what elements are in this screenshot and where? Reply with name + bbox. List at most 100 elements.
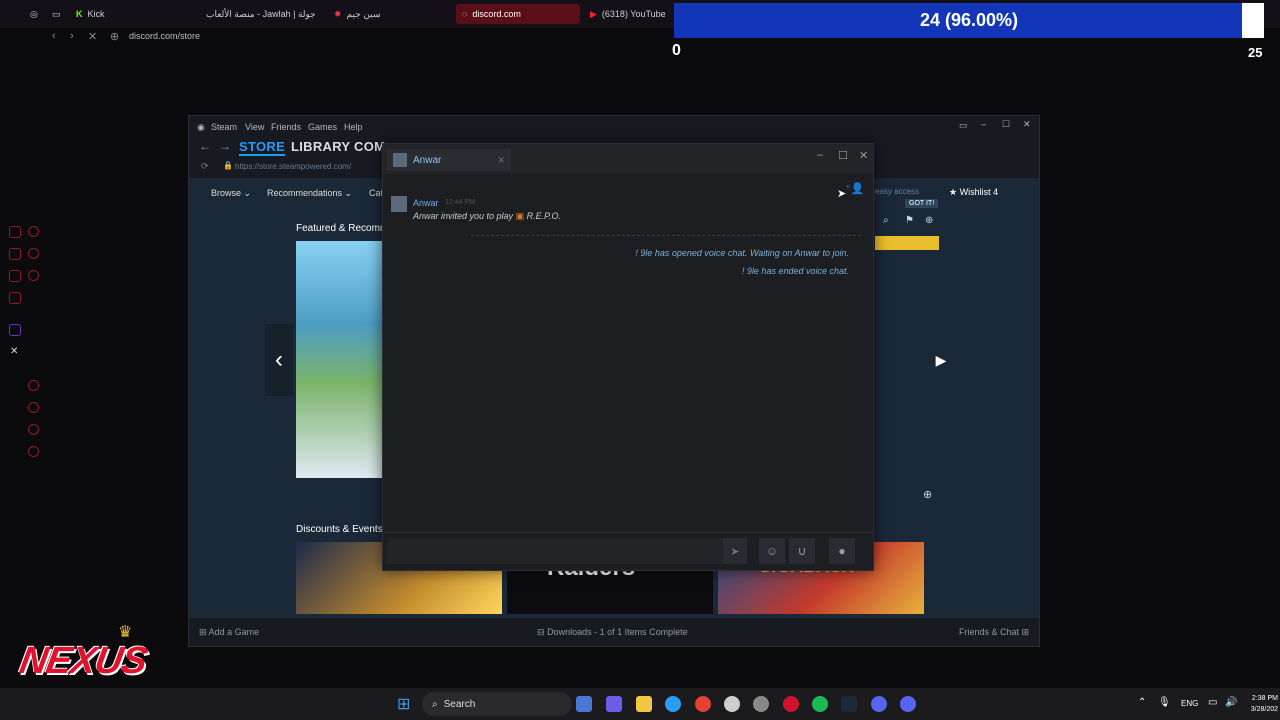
carousel-next-button[interactable]: ▶ [929, 324, 953, 396]
tab-discord[interactable]: ◌ discord.com [456, 4, 580, 24]
minimize-icon[interactable]: – [981, 119, 986, 129]
search-icon[interactable]: ⌕ [883, 215, 889, 226]
sidebar-app-icon[interactable] [9, 226, 21, 238]
nav-store[interactable]: STORE [239, 139, 286, 156]
stop-loading-icon[interactable]: ✕ [88, 30, 97, 43]
microphone-icon[interactable]: 🎙 [1158, 697, 1171, 708]
chrome-icon[interactable] [695, 696, 711, 712]
tab-spin[interactable]: ✹ سبن جيم [328, 4, 386, 24]
maximize-icon[interactable]: ☐ [1002, 119, 1010, 130]
subnav-label: Cat [369, 188, 384, 198]
sidebar-app-icon[interactable] [9, 292, 21, 304]
browser-menu-icon[interactable]: ◎ [24, 4, 44, 24]
plus-icon: ⊞ [199, 627, 207, 637]
back-icon[interactable]: ‹ [52, 30, 56, 42]
volume-icon[interactable]: 🔊 [1225, 697, 1237, 708]
downloads-status[interactable]: ⊟ Downloads - 1 of 1 Items Complete [537, 627, 688, 638]
subnav-label: Browse [211, 188, 242, 198]
language-indicator[interactable]: ENG [1181, 699, 1198, 708]
taskbar-search[interactable]: ⌕ Search [422, 692, 572, 716]
downloads-label: Downloads - 1 of 1 Items Complete [547, 627, 688, 637]
network-icon[interactable]: ▭ [1208, 697, 1217, 708]
menu-steam[interactable]: Steam [211, 122, 237, 132]
featured-game-capsule[interactable] [296, 241, 382, 478]
message-sender[interactable]: Anwar [413, 198, 439, 208]
history-icon[interactable] [28, 380, 39, 391]
sidebar-app-icon[interactable] [9, 270, 21, 282]
close-icon[interactable]: ✕ [859, 149, 868, 162]
obs-icon[interactable] [724, 696, 740, 712]
subnav-browse[interactable]: Browse ⌄ [211, 188, 251, 199]
nav-community[interactable]: COM [354, 139, 385, 154]
tab-jawlah[interactable]: منصة الألعاب - Jawlah | جولة [200, 4, 322, 24]
chat-window: Anwar ✕ – ☐ ✕ ⁺👤 Anwar 12:44 PM Anwar in… [382, 143, 874, 571]
clock-icon[interactable] [28, 402, 39, 413]
tab-actions-icon[interactable]: ▭ [46, 4, 67, 24]
menu-friends[interactable]: Friends [271, 122, 301, 132]
emoticon-button[interactable]: ☺ [759, 538, 785, 564]
friends-chat-button[interactable]: Friends & Chat ⊞ [959, 627, 1029, 638]
opera-gx-icon[interactable] [783, 696, 799, 712]
subnav-categories[interactable]: Cat [369, 188, 383, 198]
chevron-up-icon[interactable]: ⌃ [1138, 697, 1146, 708]
carousel-prev-button[interactable]: ‹ [265, 324, 293, 396]
widgets-icon[interactable] [606, 696, 622, 712]
forward-icon[interactable]: › [70, 30, 74, 42]
windows-start-icon[interactable]: ⊞ [397, 694, 410, 714]
x-icon[interactable]: ✕ [10, 346, 18, 357]
file-explorer-icon[interactable] [636, 696, 652, 712]
steam-logo-icon: ◉ [197, 122, 205, 132]
clock[interactable]: 2:38 PM 3/28/202 [1248, 693, 1278, 715]
menu-view[interactable]: View [245, 122, 264, 132]
voice-chat-button[interactable]: ● [829, 538, 855, 564]
attach-button[interactable]: ∪ [789, 538, 815, 564]
promo-banner[interactable] [875, 236, 939, 250]
bag-icon[interactable] [28, 248, 39, 259]
spotify-icon[interactable] [812, 696, 828, 712]
progress-min-label: 0 [672, 42, 681, 59]
minimize-icon[interactable]: – [817, 149, 823, 161]
discord-icon[interactable] [871, 696, 887, 712]
friends-chat-label: Friends & Chat [959, 627, 1020, 637]
edge-icon[interactable] [665, 696, 681, 712]
wishlist-button[interactable]: ★ Wishlist 4 [949, 187, 998, 198]
reload-icon[interactable]: ⟳ [201, 161, 209, 172]
tab-label: منصة الألعاب - Jawlah | جولة [206, 8, 316, 19]
chat-tab-anwar[interactable]: Anwar ✕ [387, 149, 511, 171]
notifications-icon[interactable]: ⚑ [905, 215, 914, 226]
add-game-button[interactable]: ⊞ Add a Game [199, 627, 259, 638]
maximize-icon[interactable]: ☐ [838, 149, 848, 162]
add-to-chat-icon[interactable]: ⁺👤 [845, 182, 865, 195]
settings-app-icon[interactable] [753, 696, 769, 712]
nav-library[interactable]: LIBRARY [291, 139, 350, 154]
steam-footer: ⊞ Add a Game ⊟ Downloads - 1 of 1 Items … [189, 618, 1039, 646]
add-friend-icon[interactable]: ⊕ [925, 215, 933, 226]
gear-icon[interactable] [28, 446, 39, 457]
menu-games[interactable]: Games [308, 122, 337, 132]
send-button[interactable]: ➤ [723, 538, 747, 564]
close-icon[interactable]: ✕ [1023, 119, 1031, 130]
steam-taskbar-icon[interactable] [841, 696, 857, 712]
extension-icon[interactable] [28, 424, 39, 435]
tab-kick[interactable]: K Kick [70, 4, 111, 24]
refresh-icon[interactable] [28, 226, 39, 237]
task-view-icon[interactable] [576, 696, 592, 712]
invite-game-name[interactable]: R.E.P.O. [527, 211, 561, 221]
sidebar-app-icon[interactable] [9, 248, 21, 260]
monitor-icon[interactable]: ▭ [959, 120, 968, 131]
got-it-button[interactable]: GOT IT! [905, 199, 939, 208]
back-icon[interactable]: ← [199, 139, 211, 153]
spin-icon: ✹ [334, 8, 342, 19]
game-icon[interactable] [28, 270, 39, 281]
address-bar[interactable]: discord.com/store [129, 31, 200, 41]
close-tab-icon[interactable]: ✕ [497, 155, 505, 166]
subnav-recommendations[interactable]: Recommendations ⌄ [267, 188, 352, 199]
chat-message-input[interactable] [387, 538, 723, 564]
tab-youtube[interactable]: ▶ (6318) YouTube [584, 4, 672, 24]
avatar[interactable] [391, 196, 407, 212]
add-icon[interactable]: ⊕ [923, 488, 932, 501]
menu-help[interactable]: Help [344, 122, 363, 132]
forward-icon[interactable]: → [219, 139, 231, 153]
twitch-icon[interactable] [9, 324, 21, 336]
discord-icon[interactable] [900, 696, 916, 712]
